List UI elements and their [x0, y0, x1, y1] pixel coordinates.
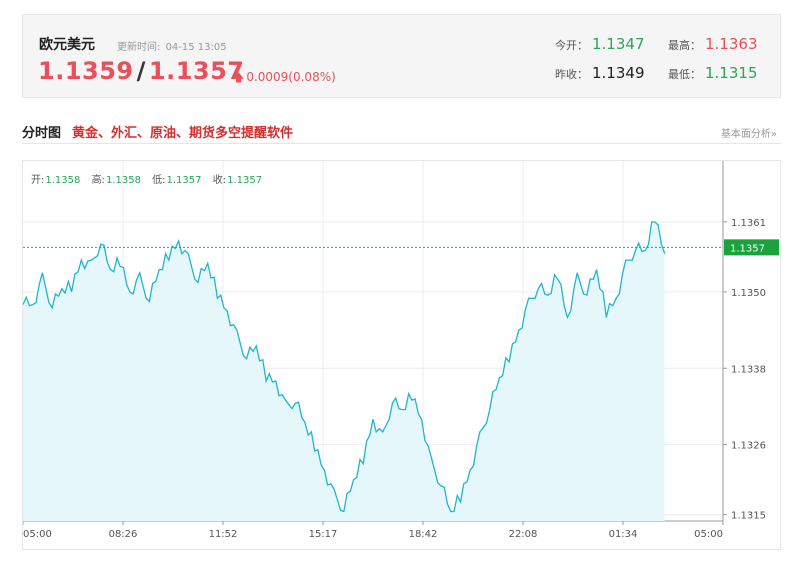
instrument-name: 欧元美元 [39, 37, 95, 53]
stat-low-value: 1.1315 [705, 64, 758, 82]
x-tick-label: 18:42 [409, 529, 438, 540]
x-tick-label: 01:34 [609, 529, 638, 540]
price-area-fill [23, 221, 665, 521]
update-time-label: 更新时间: [117, 42, 161, 53]
y-tick-label: 1.1315 [731, 511, 766, 522]
ohlc-close-label: 收: [212, 175, 227, 186]
ohlc-low-value: 1.1357 [166, 175, 202, 186]
ohlc-open-label: 开: [31, 175, 45, 186]
stat-prev-close: 昨收： 1.1349 [555, 64, 645, 82]
x-tick-label: 08:26 [109, 529, 138, 540]
bid-price: 1.1359 [38, 57, 134, 85]
section-header: 分时图 黄金、外汇、原油、期货多空提醒软件 基本面分析» [22, 120, 781, 144]
update-time: 更新时间: 04-15 13:05 [117, 38, 229, 53]
quote-panel: 欧元美元 更新时间: 04-15 13:05 1.1359/1.1357 🡅 0.… [22, 14, 781, 98]
price-separator: / [136, 57, 146, 85]
price-change: 🡅 0.0009(0.08%) [233, 69, 336, 88]
section-title[interactable]: 分时图 [22, 122, 61, 141]
ask-price: 1.1357 [148, 57, 245, 85]
promo-link[interactable]: 黄金、外汇、原油、期货多空提醒软件 [72, 122, 293, 141]
ohlc-high-value: 1.1358 [105, 175, 141, 186]
stat-open-label: 今开： [555, 39, 588, 52]
ohlc-low-label: 低: [152, 175, 166, 186]
x-tick-label: 05:00 [23, 529, 52, 540]
bid-ask-price: 1.1359/1.1357 [38, 57, 245, 85]
ohlc-close-value: 1.1357 [227, 175, 263, 186]
stat-prev-close-label: 昨收： [555, 68, 588, 81]
y-tick-label: 1.1350 [731, 288, 766, 299]
x-tick-label: 05:00 [694, 529, 723, 540]
stat-high-label: 最高： [668, 39, 701, 52]
chart-canvas[interactable]: 1.1361 1.1350 1.1338 1.1326 1.1315 05:00 08:26… [22, 161, 780, 549]
fundamental-analysis-link[interactable]: 基本面分析» [721, 125, 777, 140]
x-tick-label: 22:08 [509, 529, 538, 540]
stat-open: 今开： 1.1347 [555, 35, 645, 53]
y-tick-label: 1.1338 [731, 364, 766, 375]
ohlc-open-value: 1.1358 [45, 175, 81, 186]
x-tick-label: 15:17 [309, 529, 338, 540]
stat-high: 最高： 1.1363 [668, 35, 758, 53]
arrow-up-icon: 🡅 [233, 71, 245, 84]
intraday-chart[interactable]: 开:1.1358 高:1.1358 低:1.1357 收:1.1357 1.13… [22, 160, 781, 550]
stat-prev-close-value: 1.1349 [592, 64, 645, 82]
stat-high-value: 1.1363 [705, 35, 758, 53]
update-time-value: 04-15 13:05 [165, 42, 227, 53]
ohlc-readout: 开:1.1358 高:1.1358 低:1.1357 收:1.1357 [31, 171, 270, 186]
ohlc-high-label: 高: [91, 175, 105, 186]
stat-low-label: 最低： [668, 68, 701, 81]
x-tick-label: 11:52 [209, 529, 238, 540]
stat-low: 最低： 1.1315 [668, 64, 758, 82]
stat-open-value: 1.1347 [592, 35, 645, 53]
current-price-label: 1.1357 [730, 243, 765, 254]
price-change-value: 0.0009(0.08%) [246, 70, 336, 84]
y-tick-label: 1.1361 [731, 218, 766, 229]
y-tick-label: 1.1326 [731, 441, 766, 452]
